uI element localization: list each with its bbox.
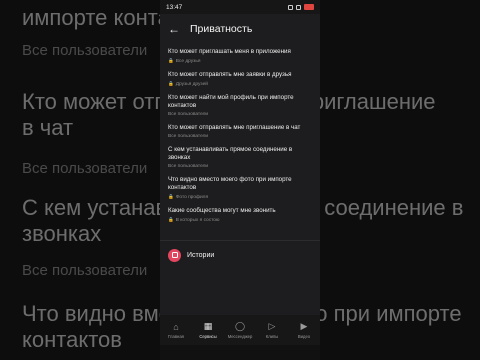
nav-label: Мессенджер <box>227 333 253 339</box>
setting-value-text: Все пользователи <box>168 134 209 139</box>
lock-icon: 🔒 <box>168 194 174 199</box>
setting-value-text: Все друзья <box>175 58 201 64</box>
setting-label: Кто может найти мой профиль при импорте … <box>168 94 294 109</box>
arrow-left-icon[interactable]: ← <box>168 22 180 36</box>
setting-item-chat-invites[interactable]: Кто может отправлять мне приглашение в ч… <box>168 120 314 142</box>
bg-line: С кем устанавливать прямое соединение в <box>22 195 160 220</box>
nav-label: Главная <box>168 333 184 339</box>
setting-value: 🔒 Все друзья <box>168 58 314 64</box>
bg-line: Что видно вместо моего фото при импорте <box>22 301 160 326</box>
setting-item-direct-calls[interactable]: С кем устанавливать прямое соединение в … <box>168 142 314 172</box>
setting-item-photo-on-import[interactable]: Что видно вместо моего фото при импорте … <box>168 172 314 203</box>
background-text-right: импорте контактов Все пользователи Кто м… <box>320 0 480 360</box>
stories-icon <box>168 248 181 262</box>
bg-line: Кто может отправлять мне приглашение <box>320 89 436 114</box>
bg-line: импорте контактов <box>22 5 160 30</box>
bg-line: Все пользователи <box>22 42 148 59</box>
page-title: Приватность <box>190 23 253 35</box>
services-grid-icon: ▦ <box>203 321 213 331</box>
app-header: ← Приватность <box>160 14 320 44</box>
bg-line: в чат <box>22 115 74 140</box>
setting-item-app-invites[interactable]: Кто может приглашать меня в приложения 🔒… <box>168 44 314 67</box>
setting-label: Какие сообщества могут мне звонить <box>168 207 276 214</box>
setting-item-find-profile[interactable]: Кто может найти мой профиль при импорте … <box>168 90 314 120</box>
signal-icon <box>288 4 293 10</box>
clips-icon: ▷ <box>268 321 276 331</box>
battery-icon <box>304 4 314 10</box>
setting-label: Что видно вместо моего фото при импорте … <box>168 176 292 191</box>
setting-value-text: Фото профиля <box>175 194 209 200</box>
bg-line: Все пользователи <box>22 160 148 177</box>
setting-value-text: Все пользователи <box>168 112 209 117</box>
system-gesture-bar <box>160 345 320 360</box>
bg-line: Кто может отправлять мне приглашение <box>22 89 160 114</box>
nav-label: Сервисы <box>199 333 217 339</box>
nav-label: Видео <box>297 333 311 339</box>
phone-screen: 13:47 ← Приватность Кто может приглашать… <box>160 0 320 360</box>
setting-label: С кем устанавливать прямое соединение в … <box>168 146 293 161</box>
setting-item-friend-requests[interactable]: Кто может отправлять мне заявки в друзья… <box>168 67 314 90</box>
bg-line: Все пользователи <box>22 262 148 279</box>
wifi-icon <box>296 4 301 10</box>
setting-label: Кто может отправлять мне приглашение в ч… <box>168 124 301 131</box>
setting-value: 🔒 Фото профиля <box>168 194 314 200</box>
nav-clips[interactable]: ▷ Клипы <box>257 321 287 339</box>
home-icon: ⌂ <box>173 321 179 332</box>
lock-icon: 🔒 <box>168 217 174 222</box>
bg-line: звонках <box>22 221 102 246</box>
setting-item-community-calls[interactable]: Какие сообщества могут мне звонить 🔒 В ко… <box>168 203 314 226</box>
setting-value-text: В которых я состою <box>175 217 220 223</box>
setting-value: Все пользователи <box>168 134 314 139</box>
stories-label: Истории <box>187 251 215 259</box>
chat-bubble-icon: ◯ <box>234 321 246 331</box>
privacy-settings-list: Кто может приглашать меня в приложения 🔒… <box>160 44 320 226</box>
video-icon: ▶ <box>300 321 308 331</box>
bottom-navigation: ⌂ Главная ▦ Сервисы ◯ Мессенджер ▷ Клипы… <box>160 315 320 345</box>
setting-value-text: Друзья друзей <box>175 81 208 87</box>
setting-value: Все пользователи <box>168 164 314 169</box>
nav-label: Клипы <box>265 333 279 339</box>
nav-services[interactable]: ▦ Сервисы <box>193 321 223 339</box>
bg-line: контактов <box>22 327 122 352</box>
lock-icon: 🔒 <box>168 58 174 63</box>
setting-label: Кто может отправлять мне заявки в друзья <box>168 71 292 78</box>
background-right: импорте контактов Все пользователи Кто м… <box>320 0 480 360</box>
status-bar: 13:47 <box>160 0 320 14</box>
setting-value: 🔒 Друзья друзей <box>168 81 314 87</box>
setting-label: Кто может приглашать меня в приложения <box>168 48 291 55</box>
setting-value: 🔒 В которых я состою <box>168 217 314 223</box>
setting-value-text: Все пользователи <box>168 164 209 169</box>
nav-home[interactable]: ⌂ Главная <box>161 322 191 339</box>
setting-value: Все пользователи <box>168 112 314 117</box>
bg-line: Что видно вместо моего фото при импорте <box>320 301 462 326</box>
stories-row[interactable]: Истории <box>160 241 320 269</box>
nav-messenger[interactable]: ◯ Мессенджер <box>225 321 255 339</box>
status-time: 13:47 <box>166 3 183 11</box>
background-left: импорте контактов Все пользователи Кто м… <box>0 0 160 360</box>
status-icons <box>288 4 314 10</box>
bg-line: С кем устанавливать прямое соединение в <box>320 195 464 220</box>
nav-video[interactable]: ▶ Видео <box>289 321 319 339</box>
background-text-left: импорте контактов Все пользователи Кто м… <box>0 0 160 360</box>
lock-icon: 🔒 <box>168 81 174 86</box>
